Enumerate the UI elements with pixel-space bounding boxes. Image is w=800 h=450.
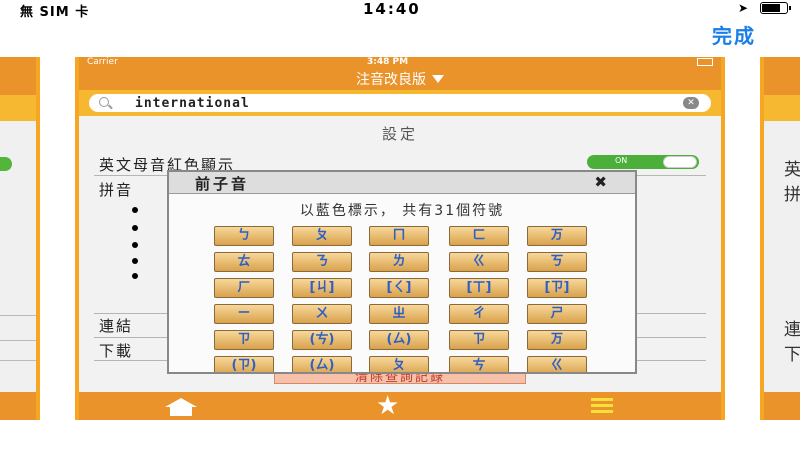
list-bullet <box>132 207 138 213</box>
right-preview-text: 連 <box>784 320 800 340</box>
symbol-key[interactable]: (ㄗ) <box>214 356 274 372</box>
symbol-key[interactable]: [ㄐ] <box>292 278 352 298</box>
symbol-key[interactable]: ㄊ <box>214 252 274 272</box>
inner-status-bar: Carrier 3:48 PM <box>79 57 721 69</box>
clock: 14:40 <box>363 0 421 18</box>
symbol-key[interactable]: ㄅ <box>214 226 274 246</box>
symbol-key[interactable]: ㄗ <box>214 330 274 350</box>
symbol-key[interactable]: ㄧ <box>214 304 274 324</box>
symbol-key[interactable]: ㄍ <box>449 252 509 272</box>
symbol-key[interactable]: ㄔ <box>449 304 509 324</box>
symbol-key[interactable]: ㄆ <box>369 356 429 372</box>
close-icon[interactable]: ✖ <box>594 173 607 191</box>
search-bar: ✕ <box>79 90 721 116</box>
list-bullet <box>132 258 138 264</box>
initial-consonant-popup: 前子音 ✖ 以藍色標示， 共有31個符號 ㄅㄆㄇㄈㄪㄊㄋㄌㄍㄎㄏ [ㄐ] [ㄑ] [ㄒ… <box>167 170 637 374</box>
search-icon <box>99 97 109 107</box>
location-icon: ➤ <box>737 1 748 15</box>
symbol-key-grid: ㄅㄆㄇㄈㄪㄊㄋㄌㄍㄎㄏ [ㄐ] [ㄑ] [ㄒ] [ㄗ] ㄧㄨㄓㄔㄕㄗ (ㄘ) (ㄙ) ㄗㄪ (ㄗ)… <box>169 222 635 372</box>
symbol-key[interactable]: [ㄒ] <box>449 278 509 298</box>
symbol-key[interactable]: ㄌ <box>369 252 429 272</box>
setting-link[interactable]: 連結 <box>99 315 133 336</box>
nav-title[interactable]: 注音改良版 <box>356 72 426 88</box>
menu-icon[interactable] <box>591 398 613 414</box>
right-preview-text: 拼 <box>784 185 800 205</box>
search-input[interactable] <box>135 95 655 111</box>
status-right: ➤ <box>737 1 791 15</box>
inner-carrier: Carrier <box>87 57 118 67</box>
symbol-key[interactable]: [ㄗ] <box>527 278 587 298</box>
symbol-key[interactable]: ㄈ <box>449 226 509 246</box>
search-box: ✕ <box>89 94 711 112</box>
symbol-key[interactable]: ㄓ <box>369 304 429 324</box>
inner-battery-icon <box>697 58 713 66</box>
home-icon[interactable] <box>159 398 203 416</box>
done-button[interactable]: 完成 <box>712 20 756 49</box>
device-status-bar: 無 SIM 卡 14:40 ➤ <box>0 0 800 20</box>
setting-download[interactable]: 下載 <box>99 340 133 361</box>
inner-time: 3:48 PM <box>367 57 409 67</box>
popup-subtitle: 以藍色標示， 共有31個符號 <box>299 203 505 219</box>
right-preview-text: 下 <box>784 345 800 365</box>
symbol-key[interactable]: ㄨ <box>292 304 352 324</box>
list-bullet <box>132 273 138 279</box>
star-icon[interactable]: ★ <box>376 393 399 419</box>
popup-title: 前子音 <box>195 175 250 193</box>
symbol-key[interactable]: ㄎ <box>527 252 587 272</box>
symbol-key[interactable]: ㄘ <box>449 356 509 372</box>
popup-header: 前子音 ✖ <box>169 172 635 194</box>
symbol-key[interactable]: ㄗ <box>449 330 509 350</box>
right-preview-text: 英 <box>784 160 800 180</box>
right-preview-screen: 英 拼 連 下 <box>760 57 800 420</box>
clear-icon[interactable]: ✕ <box>683 97 699 109</box>
left-preview-screen <box>0 57 40 420</box>
carrier-label: 無 SIM 卡 <box>20 5 90 20</box>
symbol-key[interactable]: ㄪ <box>527 330 587 350</box>
list-bullet <box>132 225 138 231</box>
symbol-key[interactable]: (ㄙ) <box>292 356 352 372</box>
dropdown-triangle-icon[interactable] <box>432 75 444 83</box>
symbol-key[interactable]: ㄏ <box>214 278 274 298</box>
symbol-key[interactable]: [ㄑ] <box>369 278 429 298</box>
symbol-key[interactable]: (ㄙ) <box>369 330 429 350</box>
vowel-red-toggle[interactable]: ON <box>587 155 699 169</box>
toggle-knob <box>663 156 697 168</box>
setting-pinyin: 拼音 <box>99 181 134 199</box>
battery-icon <box>760 2 791 14</box>
symbol-key[interactable]: ㄆ <box>292 226 352 246</box>
tab-bar: ★ <box>79 392 721 420</box>
symbol-key[interactable]: (ㄘ) <box>292 330 352 350</box>
list-bullet <box>132 242 138 248</box>
toggle-label: ON <box>615 156 628 165</box>
symbol-key[interactable]: ㄇ <box>369 226 429 246</box>
symbol-key[interactable]: ㄋ <box>292 252 352 272</box>
symbol-key[interactable]: ㄕ <box>527 304 587 324</box>
symbol-key[interactable]: ㄪ <box>527 226 587 246</box>
section-title-settings: 設定 <box>381 125 418 143</box>
left-toggle <box>0 157 12 171</box>
symbol-key[interactable]: ㄍ <box>527 356 587 372</box>
